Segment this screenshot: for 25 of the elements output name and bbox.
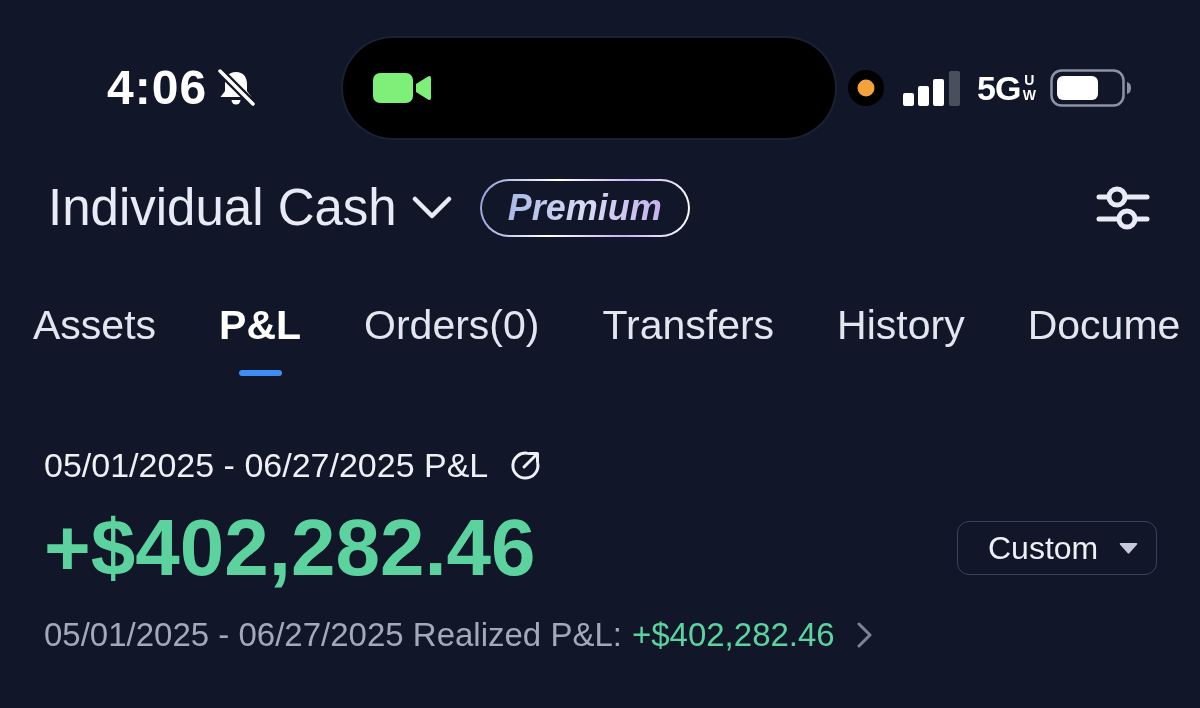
status-dot-icon <box>848 70 884 106</box>
tab[interactable]: Orders(0) <box>364 300 540 376</box>
tab[interactable]: Assets <box>33 300 157 376</box>
clock-time: 4:06 <box>107 64 208 112</box>
video-camera-icon <box>373 73 431 103</box>
battery-icon <box>1050 69 1133 107</box>
tab-indicator <box>238 370 282 376</box>
period-label: 05/01/2025 - 06/27/2025 P&L <box>44 445 489 485</box>
chevron-right-icon[interactable] <box>856 622 872 648</box>
caret-icon <box>1119 542 1139 554</box>
tab[interactable]: Docume <box>1027 300 1181 376</box>
network-suffix: UW <box>1022 73 1037 103</box>
sliders-icon[interactable] <box>1096 186 1150 230</box>
tab[interactable]: Transfers <box>602 300 775 376</box>
tab[interactable]: History <box>837 300 965 376</box>
range-dropdown[interactable]: Custom <box>957 521 1157 575</box>
signal-bars-icon <box>903 70 960 106</box>
chevron-down-icon <box>411 196 452 220</box>
network-type: 5G <box>977 71 1021 105</box>
pnl-amount: +$402,282.46 <box>44 503 536 593</box>
tab[interactable]: P&L <box>219 300 302 376</box>
share-icon[interactable] <box>510 449 542 481</box>
account-selector[interactable]: Individual Cash <box>48 178 452 238</box>
realized-pnl-value: +$402,282.46 <box>631 615 835 655</box>
realized-pnl-label: 05/01/2025 - 06/27/2025 Realized P&L: <box>44 615 622 655</box>
